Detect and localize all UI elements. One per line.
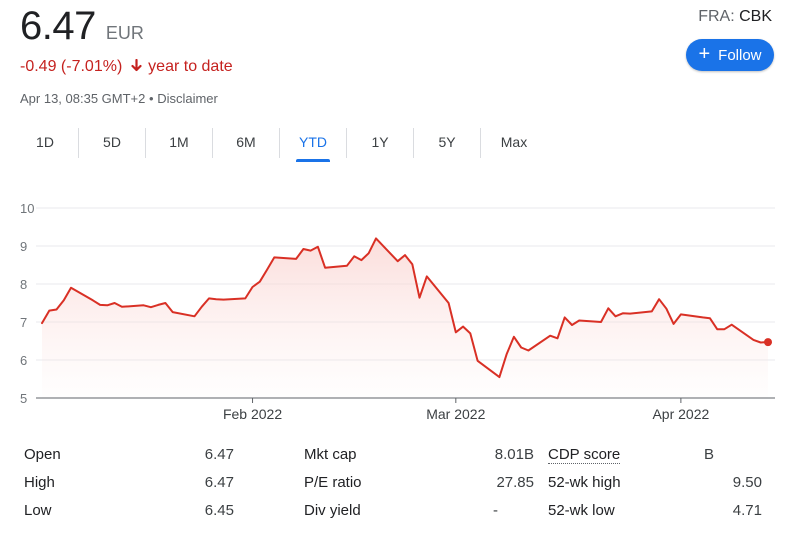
follow-button[interactable]: + Follow [686,39,774,71]
stat-label-pe-ratio: P/E ratio [304,474,362,491]
stat-value-div-yield: - [493,502,498,519]
timestamp: Apr 13, 08:35 GMT+2 [20,91,146,106]
stat-label-mkt-cap: Mkt cap [304,446,357,463]
exchange-label: FRA: [698,8,735,25]
tab-max[interactable]: Max [480,128,547,158]
stat-label-low: Low [24,502,52,519]
current-price: 6.47 [20,4,96,48]
stat-value-high: 6.47 [204,474,234,491]
stat-value-low: 6.45 [204,502,234,519]
price-header: 6.47 EUR [20,4,144,49]
tab-ytd[interactable]: YTD [279,128,346,162]
plus-icon: + [698,43,711,65]
ticker-symbol: FRA: CBK [698,8,772,26]
y-tick-label: 5 [20,391,27,406]
price-area [42,238,768,398]
change-value: -0.49 (-7.01%) [20,58,123,75]
currency-label: EUR [105,23,144,43]
arrow-down-icon [131,58,142,76]
tab-5y[interactable]: 5Y [413,128,480,158]
stat-value-open: 6.47 [204,446,234,463]
current-price-marker [764,338,772,347]
tab-1d[interactable]: 1D [12,128,78,158]
tab-5d[interactable]: 5D [78,128,145,158]
y-tick-label: 7 [20,315,27,330]
stat-value-52wk-low: 4.71 [732,502,762,519]
x-tick-label: Mar 2022 [426,406,485,422]
disclaimer-link[interactable]: Disclaimer [157,91,218,106]
price-change: -0.49 (-7.01%) year to date [20,58,233,76]
y-tick-label: 8 [20,277,27,292]
y-tick-label: 6 [20,353,27,368]
change-period: year to date [148,58,233,75]
price-chart[interactable]: 10 9 8 7 6 5 Feb 2022 Mar 2022 Apr 2022 [0,190,790,430]
tab-6m[interactable]: 6M [212,128,279,158]
stat-value-pe-ratio: 27.85 [496,474,534,491]
stat-label-div-yield: Div yield [304,502,361,519]
stat-label-52wk-low: 52-wk low [548,502,615,519]
cdp-score-link[interactable]: CDP score [548,446,621,464]
x-tick-label: Apr 2022 [652,406,709,422]
stat-value-52wk-high: 9.50 [732,474,762,491]
range-tabs: 1D 5D 1M 6M YTD 1Y 5Y Max [12,128,547,162]
y-tick-label: 10 [20,201,34,216]
stat-label-52wk-high: 52-wk high [548,474,621,491]
y-tick-label: 9 [20,239,27,254]
stat-label-high: High [24,474,55,491]
tab-1m[interactable]: 1M [145,128,212,158]
separator-dot: • [149,91,154,106]
key-stats: Open 6.47 Mkt cap 8.01B CDP score B High… [24,445,764,521]
stat-value-mkt-cap: 8.01B [494,446,534,463]
follow-label: Follow [718,46,762,64]
symbol-label: CBK [739,8,772,25]
timestamp-row: Apr 13, 08:35 GMT+2 • Disclaimer [20,91,218,106]
stat-value-cdp: B [704,446,715,463]
stat-label-open: Open [24,446,61,463]
tab-1y[interactable]: 1Y [346,128,413,158]
x-tick-label: Feb 2022 [223,406,282,422]
